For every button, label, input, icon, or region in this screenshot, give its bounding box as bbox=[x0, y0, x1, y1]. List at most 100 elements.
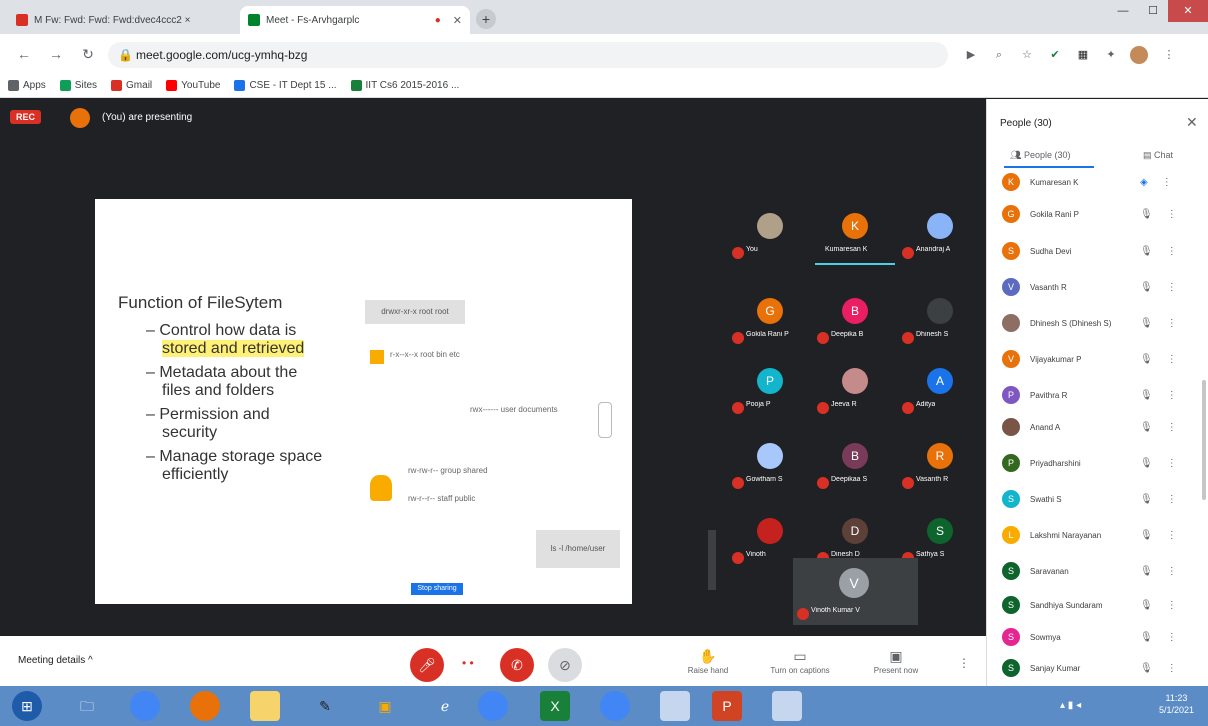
more-options-icon[interactable]: ⋮ bbox=[1167, 458, 1177, 469]
chrome-profile-icon[interactable] bbox=[600, 691, 630, 721]
mic-off-icon[interactable]: 🎙︎ bbox=[1140, 422, 1153, 433]
firefox-icon[interactable] bbox=[190, 691, 220, 721]
bookmark-youtube[interactable]: YouTube bbox=[166, 80, 220, 91]
extension-icon[interactable]: ▦ bbox=[1074, 46, 1092, 64]
mic-off-icon[interactable]: 🎙︎ bbox=[1140, 566, 1153, 577]
participant-tile[interactable]: G Gokila Rani P bbox=[728, 280, 813, 350]
reload-icon[interactable]: ↻ bbox=[80, 46, 96, 62]
checkmark-icon[interactable]: ✔ bbox=[1046, 46, 1064, 64]
participant-row[interactable]: S Swathi S 🎙︎ ⋮ bbox=[996, 481, 1202, 517]
mic-off-icon[interactable]: 🎙︎ bbox=[1140, 530, 1153, 541]
back-icon[interactable]: ← bbox=[16, 46, 32, 62]
participant-row[interactable]: L Lakshmi Narayanan 🎙︎ ⋮ bbox=[996, 517, 1202, 553]
tab-people[interactable]: 👥︎ People (30) bbox=[1010, 150, 1070, 160]
tray-icons[interactable]: ▴ ▮ ◂ bbox=[1060, 700, 1081, 711]
stop-sharing-button[interactable]: Stop sharing bbox=[411, 583, 463, 595]
present-now-button[interactable]: ▣ Present now bbox=[856, 648, 936, 675]
folder-icon[interactable] bbox=[250, 691, 280, 721]
more-options-icon[interactable]: ⋮ bbox=[1167, 566, 1177, 577]
participant-tile[interactable]: R Vasanth R bbox=[898, 425, 983, 495]
participant-row[interactable]: P Pavithra R 🎙︎ ⋮ bbox=[996, 377, 1202, 413]
participant-row[interactable]: S Sanjay Kumar 🎙︎ ⋮ bbox=[996, 650, 1202, 686]
mic-off-icon[interactable]: 🎙︎ bbox=[1140, 632, 1153, 643]
mic-off-icon[interactable]: 🎙︎ bbox=[1140, 663, 1153, 674]
meeting-details-button[interactable]: Meeting details ^ bbox=[18, 655, 93, 666]
participant-tile[interactable]: Jeeva R bbox=[813, 350, 898, 420]
participant-row[interactable]: S Sudha Devi 🎙︎ ⋮ bbox=[996, 233, 1202, 269]
mic-off-button[interactable]: 🎤︎ bbox=[410, 648, 444, 682]
participant-row[interactable]: Anand A 🎙︎ ⋮ bbox=[996, 409, 1202, 445]
more-options-icon[interactable]: ⋮ bbox=[1167, 318, 1177, 329]
more-options-icon[interactable]: ⋮ bbox=[1167, 663, 1177, 674]
zoom-icon[interactable]: ⌕ bbox=[990, 46, 1008, 64]
raise-hand-button[interactable]: ✋ Raise hand bbox=[668, 648, 748, 675]
mic-off-icon[interactable]: 🎙︎ bbox=[1140, 458, 1153, 469]
participant-tile[interactable]: Dhinesh S bbox=[898, 280, 983, 350]
media-icon[interactable]: ▣ bbox=[370, 691, 400, 721]
leave-call-button[interactable]: ✆ bbox=[500, 648, 534, 682]
browser-tab-meet[interactable]: Meet - Fs-Arvhgarplc ● ✕ bbox=[240, 6, 470, 34]
participant-tile[interactable]: K Kumaresan K bbox=[813, 195, 898, 265]
address-bar[interactable]: 🔒 meet.google.com/ucg-ymhq-bzg bbox=[108, 42, 948, 68]
forward-icon[interactable]: → bbox=[48, 46, 64, 62]
more-options-icon[interactable]: ⋮ bbox=[1167, 422, 1177, 433]
chrome-window-icon[interactable] bbox=[478, 691, 508, 721]
participant-tile[interactable]: B Deepikaa S bbox=[813, 425, 898, 495]
new-tab-button[interactable]: + bbox=[476, 9, 496, 29]
powerpoint-icon[interactable]: P bbox=[712, 691, 742, 721]
more-options-icon[interactable]: ⋮ bbox=[1167, 354, 1177, 365]
camera-off-button[interactable]: ⊘ bbox=[548, 648, 582, 682]
tab-chat[interactable]: ▤ Chat bbox=[1143, 150, 1173, 160]
close-panel-icon[interactable]: ✕ bbox=[1186, 114, 1198, 131]
excel-icon[interactable]: X bbox=[540, 691, 570, 721]
mic-off-icon[interactable]: 🎙︎ bbox=[1140, 390, 1153, 401]
bookmark-sites[interactable]: Sites bbox=[59, 80, 97, 91]
profile-avatar[interactable] bbox=[1130, 46, 1148, 64]
more-options-icon[interactable]: ⋮ bbox=[1167, 494, 1177, 505]
more-options-icon[interactable]: ⋮ bbox=[1167, 600, 1177, 611]
participant-tile[interactable]: Anandraj A bbox=[898, 195, 983, 265]
participant-tile[interactable]: Gowtham S bbox=[728, 425, 813, 495]
participant-row[interactable]: G Gokila Rani P 🎙︎ ⋮ bbox=[996, 196, 1202, 232]
captions-button[interactable]: ▭ Turn on captions bbox=[760, 648, 840, 675]
mic-off-icon[interactable]: 🎙︎ bbox=[1140, 600, 1153, 611]
taskbar-clock[interactable]: 11:23 5/1/2021 bbox=[1159, 692, 1194, 716]
participant-tile[interactable]: A Aditya bbox=[898, 350, 983, 420]
more-options-icon[interactable]: ⋮ bbox=[1167, 632, 1177, 643]
explorer-icon[interactable]: 🗀︎ bbox=[72, 691, 102, 721]
bookmark-gmail[interactable]: Gmail bbox=[111, 80, 152, 91]
more-options-icon[interactable]: ⋮ bbox=[1167, 530, 1177, 541]
start-button[interactable]: ⊞ bbox=[12, 691, 42, 721]
participant-row[interactable]: K Kumaresan K ◈ ⋮ bbox=[996, 164, 1202, 200]
participant-row[interactable]: V Vasanth R 🎙︎ ⋮ bbox=[996, 269, 1202, 305]
ie-icon[interactable]: ℯ bbox=[430, 691, 460, 721]
camera-icon[interactable]: ▶ bbox=[962, 46, 980, 64]
mic-off-icon[interactable]: 🎙︎ bbox=[1140, 246, 1153, 257]
maximize-icon[interactable]: ☐ bbox=[1138, 0, 1168, 22]
mic-off-icon[interactable]: 🎙︎ bbox=[1140, 354, 1153, 365]
bookmark-drive[interactable]: IIT Cs6 2015-2016 ... bbox=[350, 80, 459, 91]
participant-tile[interactable]: P Pooja P bbox=[728, 350, 813, 420]
paint-icon[interactable]: ✎ bbox=[310, 691, 340, 721]
participant-row[interactable]: V Vijayakumar P 🎙︎ ⋮ bbox=[996, 341, 1202, 377]
participant-row[interactable]: S Sandhiya Sundaram 🎙︎ ⋮ bbox=[996, 587, 1202, 623]
bookmark-cse[interactable]: CSE - IT Dept 15 ... bbox=[234, 80, 337, 91]
more-options-icon[interactable]: ⋮ bbox=[1162, 177, 1172, 188]
mic-off-icon[interactable]: 🎙︎ bbox=[1140, 318, 1153, 329]
participant-tile-large[interactable]: V Vinoth Kumar V bbox=[793, 558, 918, 625]
image-viewer-icon[interactable] bbox=[772, 691, 802, 721]
puzzle-icon[interactable]: ✦ bbox=[1102, 46, 1120, 64]
document-icon[interactable] bbox=[660, 691, 690, 721]
mic-off-icon[interactable]: 🎙︎ bbox=[1140, 209, 1153, 220]
participant-row[interactable]: Dhinesh S (Dhinesh S) 🎙︎ ⋮ bbox=[996, 305, 1202, 341]
chrome-icon[interactable] bbox=[130, 691, 160, 721]
more-options-icon[interactable]: ⋮ bbox=[1167, 282, 1177, 293]
panel-scrollbar[interactable] bbox=[1202, 380, 1206, 500]
menu-icon[interactable]: ⋮ bbox=[1160, 46, 1178, 64]
mic-off-icon[interactable]: 🎙︎ bbox=[1140, 282, 1153, 293]
more-options-icon[interactable]: ⋮ bbox=[1167, 209, 1177, 220]
more-options-icon[interactable]: ⋮ bbox=[1167, 246, 1177, 257]
participant-row[interactable]: P Priyadharshini 🎙︎ ⋮ bbox=[996, 445, 1202, 481]
participant-tile[interactable]: B Deepika B bbox=[813, 280, 898, 350]
tile-scroll-handle[interactable] bbox=[708, 530, 716, 590]
